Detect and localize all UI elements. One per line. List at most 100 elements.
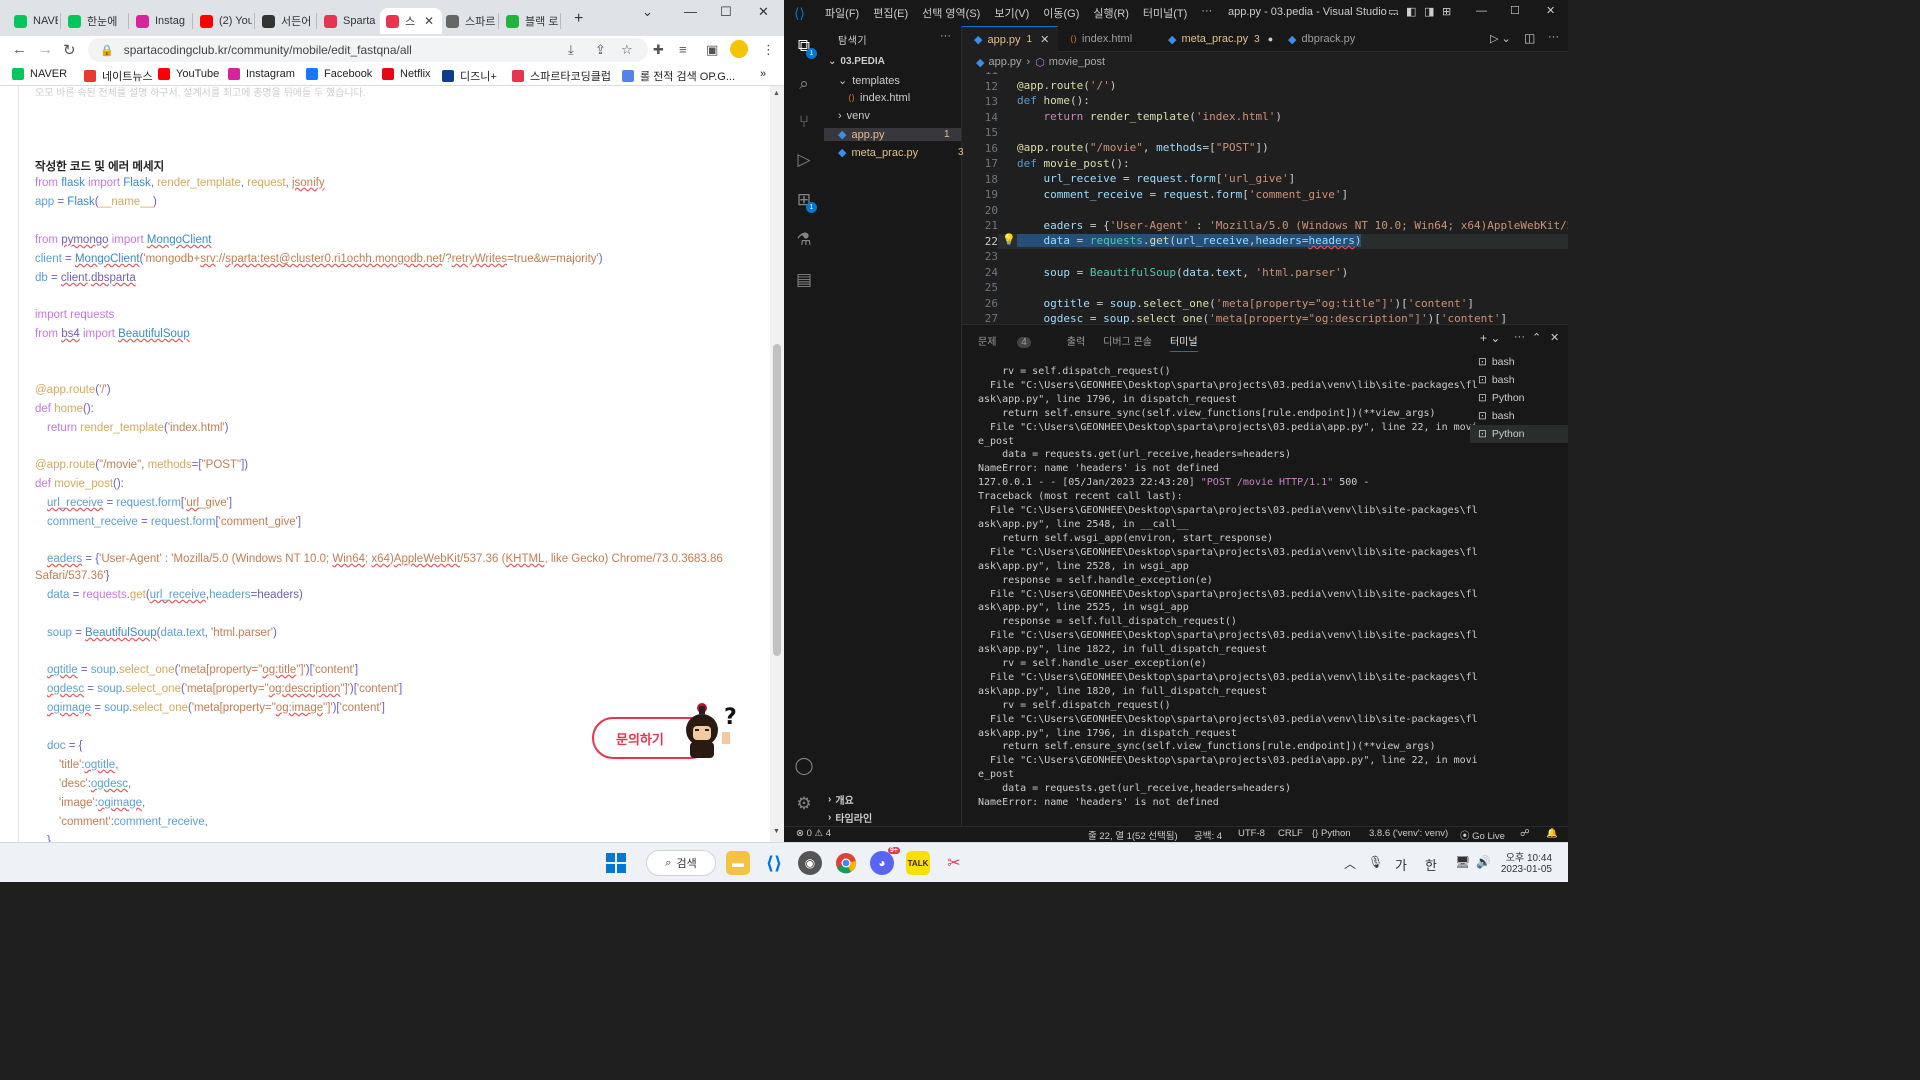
- browser-tab[interactable]: 한눈에: [62, 8, 126, 34]
- vs-close-button[interactable]: ✕: [1546, 4, 1555, 17]
- editor-tab[interactable]: ◆ dbprack.py: [1276, 26, 1362, 52]
- volume-icon[interactable]: 🔊: [1476, 855, 1491, 869]
- clock[interactable]: 오후 10:44 2023-01-05: [1500, 849, 1552, 875]
- browser-tab[interactable]: Instag: [130, 8, 190, 34]
- explorer-item[interactable]: ◆ app.py 1: [824, 128, 961, 141]
- terminal-instance[interactable]: ⊡ bash: [1470, 353, 1568, 371]
- install-app-icon[interactable]: ⤓: [568, 42, 574, 58]
- explorer-icon[interactable]: ⧉ 1: [794, 36, 817, 59]
- encoding[interactable]: UTF-8: [1238, 828, 1265, 839]
- cursor-position[interactable]: 줄 22, 열 1(52 선택됨): [1088, 828, 1178, 842]
- tab-search-button[interactable]: ⌄: [642, 4, 653, 20]
- tab-problems[interactable]: 문제 4: [978, 333, 1049, 352]
- editor-tab[interactable]: ◆ app.py 1 ✕: [962, 26, 1058, 52]
- browser-tab[interactable]: 스파르: [440, 8, 496, 34]
- terminal-instance[interactable]: ⊡ Python: [1470, 389, 1568, 407]
- bookmark-item[interactable]: 롤 전적 검색 OP.G...: [622, 68, 735, 84]
- menu-item[interactable]: 이동(G): [1043, 5, 1079, 21]
- microphone-icon[interactable]: 🎙: [1368, 855, 1383, 869]
- minimize-button[interactable]: —: [684, 4, 697, 19]
- close-panel-icon[interactable]: ✕: [1550, 331, 1559, 344]
- vs-minimize-button[interactable]: —: [1476, 5, 1487, 17]
- panel-more-icon[interactable]: ···: [1514, 331, 1525, 343]
- page-scrollbar[interactable]: ▲ ▼: [770, 86, 784, 842]
- close-tab-icon[interactable]: ✕: [424, 14, 434, 28]
- settings-gear-icon[interactable]: ⚙: [794, 794, 814, 814]
- go-live-button[interactable]: ⦿ Go Live: [1460, 828, 1505, 842]
- run-debug-icon[interactable]: ▷: [794, 150, 814, 170]
- layout-secondary-icon[interactable]: ◨: [1424, 5, 1434, 18]
- timeline-section[interactable]: › 타임라인: [828, 810, 872, 825]
- menu-item[interactable]: 선택 영역(S): [922, 5, 980, 21]
- explorer-item[interactable]: ◆ meta_prac.py 3: [838, 146, 964, 160]
- scroll-up-arrow[interactable]: ▲: [773, 90, 780, 97]
- kakaotalk-icon[interactable]: TALK: [906, 851, 930, 875]
- browser-tab[interactable]: (2) You: [194, 8, 252, 34]
- python-interpreter[interactable]: 3.8.6 ('venv': venv): [1369, 828, 1448, 839]
- bookmark-item[interactable]: Instagram: [228, 68, 295, 80]
- browser-tab[interactable]: 블랙 로: [500, 8, 558, 34]
- outline-section[interactable]: › 개요: [828, 792, 854, 807]
- layout-custom-icon[interactable]: ⊞: [1442, 5, 1451, 18]
- side-panel-icon[interactable]: ▣: [706, 42, 718, 58]
- tab-terminal[interactable]: 터미널: [1169, 333, 1198, 352]
- start-button[interactable]: [604, 851, 628, 875]
- chrome-taskbar-icon[interactable]: [834, 851, 858, 875]
- indentation[interactable]: 공백: 4: [1194, 828, 1222, 842]
- breadcrumb-file[interactable]: app.py: [988, 56, 1021, 68]
- forward-button[interactable]: →: [38, 41, 53, 58]
- breadcrumb-symbol[interactable]: movie_post: [1049, 56, 1105, 68]
- scrollbar-thumb[interactable]: [773, 344, 781, 656]
- discord-icon[interactable]: ◕ 9+: [870, 847, 900, 875]
- bookmark-item[interactable]: YouTube: [158, 68, 219, 80]
- project-folder[interactable]: ⌄ 03.PEDIA: [828, 56, 885, 67]
- maximize-button[interactable]: ☐: [720, 4, 732, 20]
- vscode-taskbar-icon[interactable]: ⟨⟩: [762, 851, 786, 875]
- chrome-menu-icon[interactable]: ⋮: [762, 42, 775, 58]
- explorer-item[interactable]: › venv: [838, 110, 870, 122]
- scroll-down-arrow[interactable]: ▼: [773, 828, 780, 835]
- source-control-icon[interactable]: ⑂: [794, 112, 814, 132]
- media-control-icon[interactable]: ≡: [679, 42, 687, 57]
- terminal-output[interactable]: rv = self.dispatch_request() File "C:\Us…: [978, 365, 1478, 810]
- github-icon[interactable]: ◉: [798, 851, 822, 875]
- explorer-more-button[interactable]: ···: [940, 30, 951, 42]
- bookmark-item[interactable]: 디즈니+: [442, 68, 497, 84]
- terminal-instance[interactable]: ⊡ Python: [1470, 425, 1568, 443]
- share-icon[interactable]: ⇪: [595, 42, 606, 58]
- address-bar[interactable]: 🔒 spartacodingclub.kr/community/mobile/e…: [88, 38, 648, 62]
- problems-status[interactable]: ⊗ 0 ⚠ 4: [796, 828, 831, 839]
- bookmark-item[interactable]: NAVER: [12, 68, 67, 80]
- explorer-item[interactable]: ⌄ templates: [838, 74, 900, 88]
- layout-panel-icon[interactable]: ▭: [1388, 5, 1398, 18]
- terminal-instance[interactable]: ⊡ bash: [1470, 407, 1568, 425]
- bookmark-item[interactable]: 네이트뉴스: [84, 68, 153, 84]
- profile-avatar[interactable]: [730, 40, 748, 58]
- maximize-panel-icon[interactable]: ⌃: [1532, 331, 1541, 344]
- network-icon[interactable]: 🖥: [1455, 855, 1470, 869]
- feedback-icon[interactable]: ☍: [1520, 828, 1530, 839]
- bookmark-star-icon[interactable]: ☆: [621, 42, 633, 58]
- explorer-item[interactable]: ⟨⟩ index.html: [848, 92, 910, 104]
- extensions-icon[interactable]: ⊞ 1: [794, 190, 817, 213]
- file-explorer-icon[interactable]: ▬: [726, 851, 750, 875]
- layout-sidebar-icon[interactable]: ◧: [1406, 5, 1416, 18]
- browser-tab[interactable]: 스 ✕: [380, 8, 442, 34]
- browser-tab[interactable]: NAVER: [8, 8, 58, 34]
- snipping-tool-icon[interactable]: ✂: [942, 851, 966, 875]
- close-window-button[interactable]: ✕: [758, 4, 769, 20]
- new-tab-button[interactable]: +: [574, 10, 583, 28]
- notifications-icon[interactable]: 🔔: [1546, 828, 1558, 839]
- remote-explorer-icon[interactable]: ▤: [794, 270, 814, 290]
- reload-button[interactable]: ↻: [63, 41, 76, 59]
- mascot-character-icon[interactable]: ?: [680, 702, 744, 762]
- bookmark-item[interactable]: Facebook: [306, 68, 372, 80]
- editor-tab[interactable]: ⟨⟩ index.html: [1058, 26, 1156, 52]
- bookmark-item[interactable]: 스파르타코딩클럽: [512, 68, 611, 84]
- menu-item[interactable]: 파일(F): [825, 5, 859, 21]
- menu-item[interactable]: 터미널(T): [1143, 5, 1187, 21]
- testing-icon[interactable]: ⚗: [794, 230, 814, 250]
- code-editor[interactable]: 1112131415161718192021222324252627 @app.…: [962, 72, 1568, 324]
- close-tab-icon[interactable]: ✕: [1040, 33, 1049, 46]
- bookmarks-more-button[interactable]: »: [760, 68, 766, 80]
